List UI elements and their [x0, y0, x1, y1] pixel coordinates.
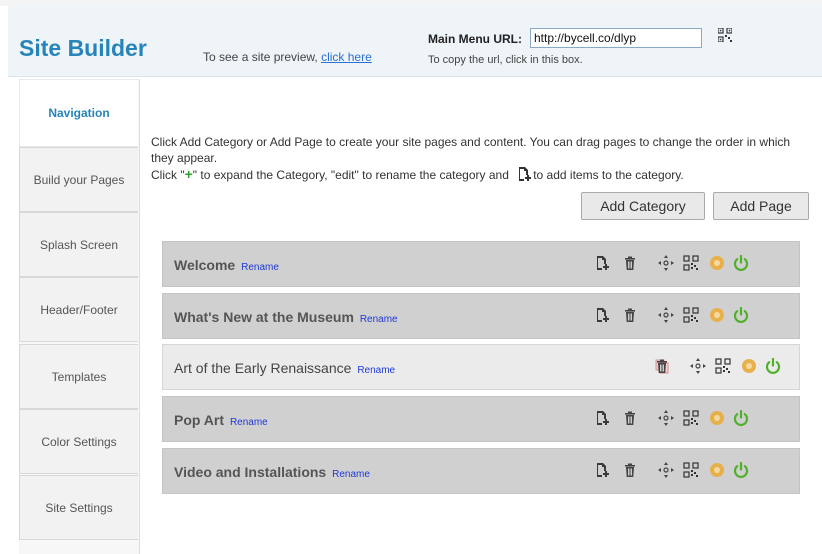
power-icon[interactable] [765, 358, 781, 374]
trash-icon[interactable] [622, 307, 638, 323]
plus-icon: + [184, 166, 193, 182]
row-title-text: Video and Installations [174, 464, 327, 480]
drag-move-icon[interactable] [658, 462, 674, 478]
sidebar-item-color-settings[interactable]: Color Settings [19, 409, 138, 474]
url-label: Main Menu URL: [428, 32, 522, 46]
sidebar-item-build-your-pages[interactable]: Build your Pages [19, 147, 138, 212]
drag-move-icon[interactable] [658, 410, 674, 426]
status-circle-icon[interactable] [709, 462, 725, 478]
instr-text-b: " to expand the Category, "edit" to rena… [192, 168, 509, 182]
power-icon[interactable] [733, 307, 749, 323]
add-item-icon[interactable] [594, 307, 610, 323]
instructions-line-2: Click "+" to expand the Category, "edit"… [151, 166, 801, 183]
trash-icon[interactable] [622, 410, 638, 426]
row-title: What's New at the Museum Rename [174, 309, 398, 325]
main-panel: Click Add Category or Add Page to create… [140, 79, 822, 554]
add-item-icon[interactable] [594, 410, 610, 426]
rename-link[interactable]: Rename [230, 417, 268, 428]
power-icon[interactable] [733, 255, 749, 271]
add-page-button[interactable]: Add Page [713, 192, 809, 220]
sidebar-item-header-footer[interactable]: Header/Footer [19, 277, 138, 342]
category-row[interactable]: Welcome Rename [162, 241, 800, 287]
category-row[interactable]: Video and Installations Rename [162, 448, 800, 494]
page-row[interactable]: Art of the Early Renaissance Rename [162, 344, 800, 390]
preview-link[interactable]: click here [321, 50, 372, 64]
instr-text-c: to add items to the category. [533, 168, 684, 182]
power-icon[interactable] [733, 410, 749, 426]
header: Site Builder To see a site preview, clic… [8, 6, 822, 77]
status-circle-icon[interactable] [709, 255, 725, 271]
drag-move-icon[interactable] [658, 255, 674, 271]
status-circle-icon[interactable] [741, 358, 757, 374]
trash-icon[interactable] [622, 255, 638, 271]
url-hint: To copy the url, click in this box. [428, 54, 583, 66]
instructions: Click Add Category or Add Page to create… [151, 134, 801, 183]
trash-icon[interactable] [654, 358, 670, 374]
category-row[interactable]: Pop Art Rename [162, 396, 800, 442]
category-row[interactable]: What's New at the Museum Rename [162, 293, 800, 339]
row-title: Video and Installations Rename [174, 464, 370, 480]
rename-link[interactable]: Rename [357, 365, 395, 376]
row-title: Art of the Early Renaissance Rename [174, 360, 395, 376]
sidebar-item-splash-screen[interactable]: Splash Screen [19, 212, 138, 277]
instructions-line-1: Click Add Category or Add Page to create… [151, 135, 791, 165]
status-circle-icon[interactable] [709, 307, 725, 323]
status-circle-icon[interactable] [709, 410, 725, 426]
row-title-text: Pop Art [174, 412, 225, 428]
rename-link[interactable]: Rename [241, 262, 279, 273]
preview-text: To see a site preview, click here [203, 50, 372, 64]
qr-code-icon[interactable] [683, 410, 699, 426]
page-title: Site Builder [19, 35, 147, 61]
trash-icon[interactable] [622, 462, 638, 478]
row-title-text: What's New at the Museum [174, 309, 354, 325]
instr-text-a: Click " [151, 168, 185, 182]
drag-move-icon[interactable] [658, 307, 674, 323]
drag-move-icon[interactable] [690, 358, 706, 374]
power-icon[interactable] [733, 462, 749, 478]
qr-code-icon[interactable] [683, 462, 699, 478]
row-title: Welcome Rename [174, 257, 279, 273]
sidebar-item-site-settings[interactable]: Site Settings [19, 475, 138, 540]
rename-link[interactable]: Rename [332, 469, 370, 480]
rename-link[interactable]: Rename [360, 314, 398, 325]
add-item-icon[interactable] [594, 255, 610, 271]
sidebar: Navigation Build your Pages Splash Scree… [19, 79, 140, 554]
add-item-icon [519, 167, 532, 181]
row-title: Pop Art Rename [174, 412, 268, 428]
sidebar-item-navigation[interactable]: Navigation [19, 79, 138, 147]
preview-prefix: To see a site preview, [203, 50, 318, 64]
add-category-button[interactable]: Add Category [581, 192, 705, 220]
add-item-icon[interactable] [594, 462, 610, 478]
qr-code-icon[interactable] [715, 358, 731, 374]
main-menu-url-field[interactable] [530, 28, 702, 48]
qr-code-icon[interactable] [718, 28, 732, 42]
qr-code-icon[interactable] [683, 255, 699, 271]
row-title-text: Welcome [174, 257, 236, 273]
qr-code-icon[interactable] [683, 307, 699, 323]
sidebar-item-templates[interactable]: Templates [19, 344, 138, 409]
row-title-text: Art of the Early Renaissance [174, 360, 352, 376]
